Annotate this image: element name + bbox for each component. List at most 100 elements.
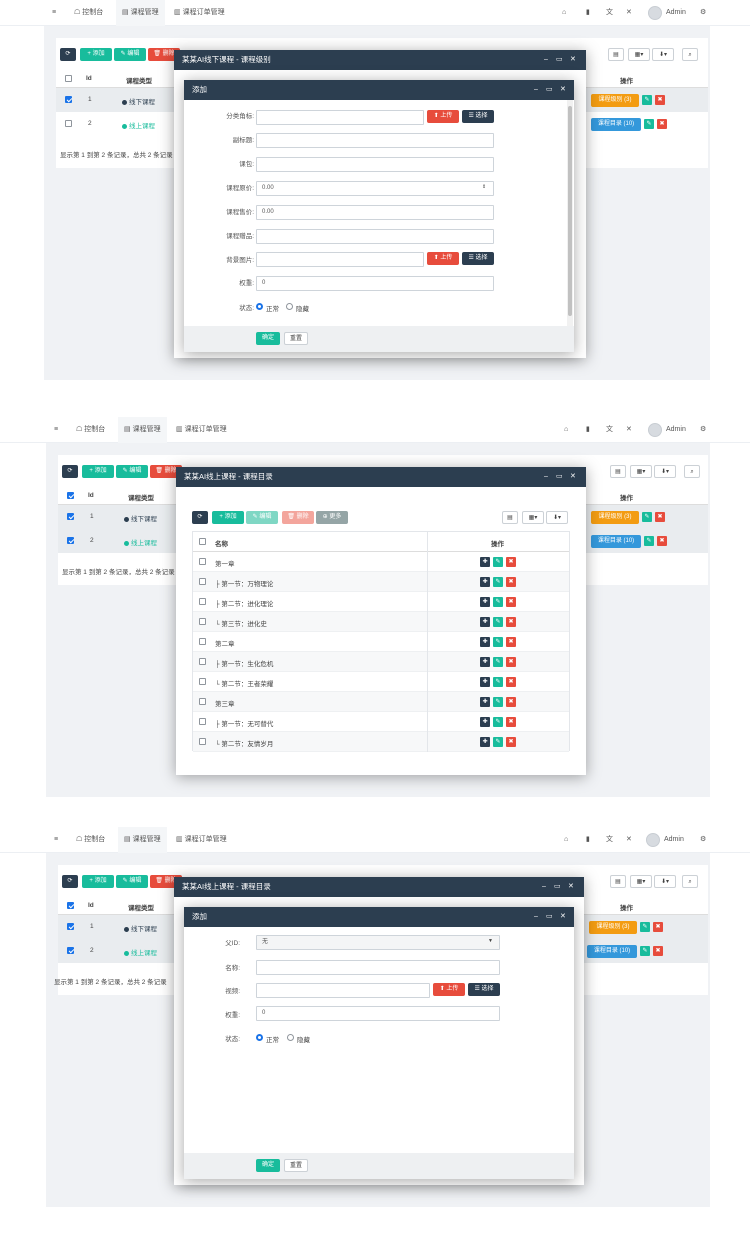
catalog-row[interactable]: └ 第三节：进化史 ✚ ✎ ✖ xyxy=(193,612,569,632)
select-all-checkbox[interactable] xyxy=(65,75,72,82)
reset-button[interactable]: 重置 xyxy=(284,1159,308,1172)
edit-icon[interactable]: ✎ xyxy=(493,577,503,587)
translate-icon[interactable]: 文 xyxy=(606,417,613,443)
close-icon[interactable]: ✕ xyxy=(570,50,576,70)
edit-button[interactable]: ✎ 编辑 xyxy=(116,465,148,478)
trash-icon[interactable]: ▮ xyxy=(586,0,590,26)
catalog-button[interactable]: 课程目录 (10) xyxy=(591,535,641,548)
row-checkbox[interactable] xyxy=(199,618,206,625)
level-button[interactable]: 课程级别 (3) xyxy=(591,94,639,107)
choose-button[interactable]: ☰ 选择 xyxy=(462,252,494,265)
ok-button[interactable]: 确定 xyxy=(256,332,280,345)
edit-icon[interactable]: ✎ xyxy=(493,677,503,687)
select-all-checkbox[interactable] xyxy=(67,902,74,909)
grid-toggle[interactable]: ▦▾ xyxy=(522,511,544,524)
tab-dashboard[interactable]: ☖ 控制台 xyxy=(76,417,105,443)
select-all-checkbox[interactable] xyxy=(67,492,74,499)
export-button[interactable]: ⬇▾ xyxy=(652,48,674,61)
delete-icon[interactable]: ✖ xyxy=(506,717,516,727)
status-hidden-radio[interactable] xyxy=(286,303,293,310)
delete-icon[interactable]: ✖ xyxy=(506,617,516,627)
catalog-row[interactable]: 第三章 ✚ ✎ ✖ xyxy=(193,692,569,712)
search-icon[interactable]: ⌕ xyxy=(682,48,698,61)
catalog-row[interactable]: 第一章 ✚ ✎ ✖ xyxy=(193,552,569,572)
edit-icon[interactable]: ✎ xyxy=(493,737,503,747)
menu-icon[interactable]: ≡ xyxy=(54,827,58,853)
original-price-input[interactable]: 0.00 xyxy=(256,181,494,196)
level-button[interactable]: 课程级别 (3) xyxy=(589,921,637,934)
minimize-icon[interactable]: – xyxy=(544,50,548,70)
tab-dashboard[interactable]: ☖ 控制台 xyxy=(76,827,105,853)
close-icon[interactable]: ✕ xyxy=(568,877,574,897)
select-all-checkbox[interactable] xyxy=(199,538,206,545)
home-icon[interactable]: ⌂ xyxy=(564,827,568,853)
move-icon[interactable]: ✚ xyxy=(480,717,490,727)
fullscreen-icon[interactable]: ✕ xyxy=(626,0,632,26)
catalog-row[interactable]: ├ 第一节：无可替代 ✚ ✎ ✖ xyxy=(193,712,569,732)
export-button[interactable]: ⬇▾ xyxy=(654,465,676,478)
translate-icon[interactable]: 文 xyxy=(606,0,613,26)
more-button[interactable]: ⊕ 更多 xyxy=(316,511,348,524)
upload-button[interactable]: ⬆ 上传 xyxy=(433,983,465,996)
row-checkbox[interactable] xyxy=(199,678,206,685)
catalog-button[interactable]: 课程目录 (10) xyxy=(587,945,637,958)
delete-icon[interactable]: ✖ xyxy=(506,697,516,707)
maximize-icon[interactable]: ▭ xyxy=(546,80,553,100)
add-button[interactable]: + 添加 xyxy=(212,511,244,524)
delete-icon[interactable]: ✖ xyxy=(657,119,667,129)
add-button[interactable]: + 添加 xyxy=(82,875,114,888)
edit-icon[interactable]: ✎ xyxy=(493,637,503,647)
minimize-icon[interactable]: – xyxy=(534,80,538,100)
maximize-icon[interactable]: ▭ xyxy=(554,877,561,897)
refresh-button[interactable]: ⟳ xyxy=(62,875,78,888)
move-icon[interactable]: ✚ xyxy=(480,677,490,687)
close-icon[interactable]: ✕ xyxy=(560,80,566,100)
refresh-button[interactable]: ⟳ xyxy=(60,48,76,61)
edit-icon[interactable]: ✎ xyxy=(640,946,650,956)
edit-icon[interactable]: ✎ xyxy=(493,557,503,567)
parent-select[interactable]: 无 xyxy=(256,935,500,950)
settings-icon[interactable]: ⚙ xyxy=(700,827,706,853)
upload-button[interactable]: ⬆ 上传 xyxy=(427,252,459,265)
avatar[interactable] xyxy=(648,6,662,20)
row-checkbox[interactable] xyxy=(67,537,74,544)
chevron-down-icon[interactable]: ▼ xyxy=(488,938,493,944)
edit-icon[interactable]: ✎ xyxy=(493,657,503,667)
tab-course-management[interactable]: ▤ 课程管理 xyxy=(118,827,167,853)
move-icon[interactable]: ✚ xyxy=(480,737,490,747)
badge-input[interactable] xyxy=(256,110,424,125)
edit-icon[interactable]: ✎ xyxy=(644,536,654,546)
minimize-icon[interactable]: – xyxy=(542,877,546,897)
fullscreen-icon[interactable]: ✕ xyxy=(626,827,632,853)
delete-icon[interactable]: ✖ xyxy=(506,637,516,647)
move-icon[interactable]: ✚ xyxy=(480,657,490,667)
weight-input[interactable]: 0 xyxy=(256,276,494,291)
catalog-row[interactable]: ├ 第一节：万物理论 ✚ ✎ ✖ xyxy=(193,572,569,592)
close-icon[interactable]: ✕ xyxy=(560,907,566,927)
edit-icon[interactable]: ✎ xyxy=(493,717,503,727)
row-checkbox[interactable] xyxy=(65,96,72,103)
choose-button[interactable]: ☰ 选择 xyxy=(468,983,500,996)
move-icon[interactable]: ✚ xyxy=(480,617,490,627)
row-checkbox[interactable] xyxy=(199,718,206,725)
edit-button[interactable]: ✎ 编辑 xyxy=(114,48,146,61)
user-name[interactable]: Admin xyxy=(666,417,686,443)
row-checkbox[interactable] xyxy=(199,558,206,565)
row-checkbox[interactable] xyxy=(199,638,206,645)
row-checkbox[interactable] xyxy=(199,738,206,745)
move-icon[interactable]: ✚ xyxy=(480,577,490,587)
menu-icon[interactable]: ≡ xyxy=(54,417,58,443)
fullscreen-icon[interactable]: ✕ xyxy=(626,417,632,443)
row-checkbox[interactable] xyxy=(199,598,206,605)
row-checkbox[interactable] xyxy=(67,947,74,954)
scrollbar[interactable] xyxy=(567,100,573,326)
move-icon[interactable]: ✚ xyxy=(480,637,490,647)
status-hidden-radio[interactable] xyxy=(287,1034,294,1041)
catalog-row[interactable]: └ 第二节：友情岁月 ✚ ✎ ✖ xyxy=(193,732,569,752)
delete-icon[interactable]: ✖ xyxy=(655,512,665,522)
tab-course-orders[interactable]: ▥ 课程订单管理 xyxy=(176,827,227,853)
delete-icon[interactable]: ✖ xyxy=(653,946,663,956)
row-checkbox[interactable] xyxy=(199,658,206,665)
columns-toggle[interactable]: ▤ xyxy=(610,465,626,478)
row-checkbox[interactable] xyxy=(67,513,74,520)
